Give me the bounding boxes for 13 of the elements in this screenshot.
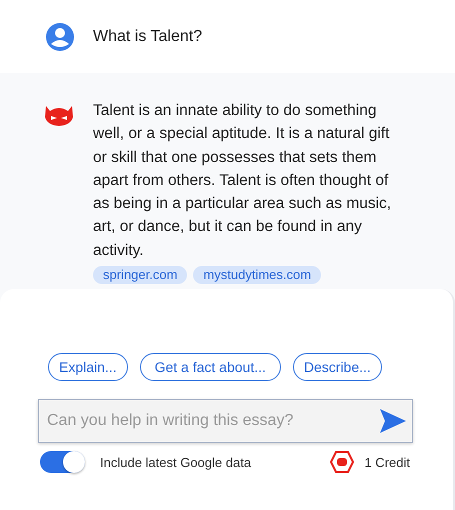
answer-text: Talent is an innate ability to do something well, or a special aptitude. It is a natural gift or skill that one possesses that sets them apart from others. Talent is often thought of as being in a particular area such as music, art, or dance, but it can be found in any activity. bbox=[93, 101, 392, 261]
toggle-switch[interactable] bbox=[40, 451, 85, 473]
send-icon[interactable] bbox=[380, 409, 406, 433]
suggestion-button[interactable]: Describe... bbox=[292, 353, 382, 381]
question-text: What is Talent? bbox=[93, 28, 202, 46]
credit-text: 1 Credit bbox=[364, 454, 410, 470]
source-link[interactable]: springer.com bbox=[93, 266, 188, 284]
suggestion-button[interactable]: Get a fact about... bbox=[140, 353, 281, 381]
prompt-field[interactable]: Can you help in writing this essay? bbox=[38, 399, 413, 443]
toggle-label: Include latest Google data bbox=[100, 454, 252, 470]
suggestion-button[interactable]: Explain... bbox=[48, 353, 128, 381]
user-avatar-icon bbox=[43, 22, 77, 52]
source-link[interactable]: mystudytimes.com bbox=[193, 266, 322, 284]
